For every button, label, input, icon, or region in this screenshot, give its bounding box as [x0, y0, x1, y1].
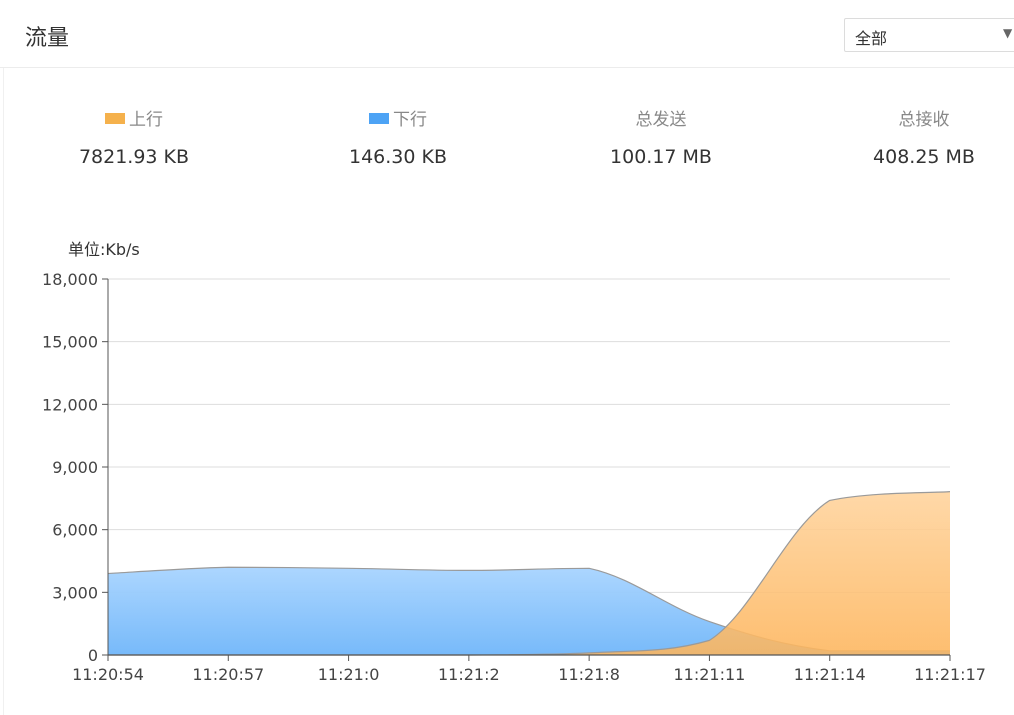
- x-tick-label: 11:20:54: [72, 665, 144, 684]
- x-tick-label: 11:21:2: [438, 665, 500, 684]
- y-tick-label: 3,000: [52, 583, 98, 602]
- traffic-chart: 0 3,000 6,000 9,000 12,000 15,000 18,000 11:20:…: [42, 270, 986, 684]
- y-tick-label: 9,000: [52, 458, 98, 477]
- y-tick-label: 18,000: [42, 270, 98, 289]
- x-tick-label: 11:21:0: [318, 665, 380, 684]
- x-tick-label: 11:21:17: [914, 665, 986, 684]
- x-tick-label: 11:21:14: [794, 665, 866, 684]
- x-tick-label: 11:21:8: [558, 665, 620, 684]
- y-tick-label: 6,000: [52, 521, 98, 540]
- y-tick-label: 12,000: [42, 395, 98, 414]
- y-tick-label: 15,000: [42, 333, 98, 352]
- x-tick-label: 11:21:11: [673, 665, 745, 684]
- y-tick-label: 0: [88, 646, 98, 665]
- x-tick-label: 11:20:57: [192, 665, 264, 684]
